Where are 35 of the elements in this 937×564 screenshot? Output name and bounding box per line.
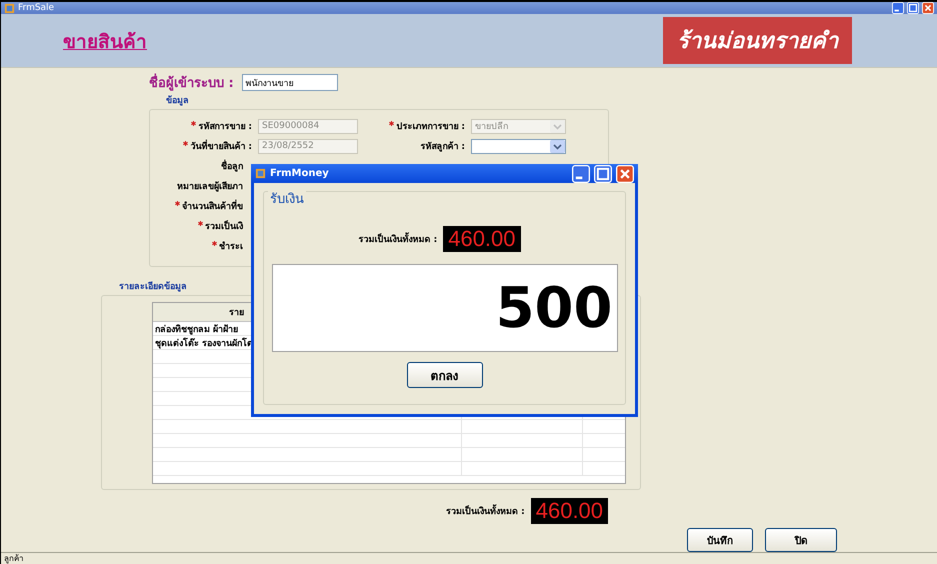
minimize-icon[interactable]	[892, 2, 904, 14]
user-field[interactable]: พนักงานขาย	[242, 74, 338, 91]
shop-name: ร้านม่อนทรายคำ	[663, 17, 852, 64]
field-label: ชำระเ	[88, 239, 243, 253]
field-label: ประเภทการขาย :	[376, 119, 471, 133]
field-label: จำนวนสินค้าที่ข	[88, 199, 243, 213]
field-label: วันที่ขายสินค้า :	[88, 139, 258, 153]
field-label: รหัสลูกค้า :	[419, 140, 466, 153]
dropdown-field[interactable]	[471, 138, 566, 154]
amount-field[interactable]: 500	[272, 264, 618, 352]
total-display: 460.00	[530, 498, 608, 524]
maximize-icon[interactable]	[907, 2, 919, 14]
total-label: รวมเป็นเงินทั้งหมด :	[358, 232, 438, 246]
status-text: ลูกค้า	[4, 553, 23, 564]
field-label: รหัสการขาย :	[88, 119, 258, 133]
app-icon	[255, 168, 266, 179]
maximize-icon[interactable]	[594, 164, 612, 182]
ok-button[interactable]: ตกลง	[406, 362, 482, 388]
total-display: 460.00	[443, 226, 521, 252]
group-title: รายละเอียดข้อมูล	[119, 282, 187, 292]
minimize-icon[interactable]	[572, 164, 590, 182]
login-label: ชื่อผู้เข้าระบบ :	[149, 72, 234, 93]
action-button[interactable]: ปิด	[765, 528, 837, 552]
close-icon[interactable]	[922, 2, 934, 14]
field-label: ชื่อลูก	[88, 159, 243, 173]
close-icon[interactable]	[616, 164, 634, 182]
action-button[interactable]: บันทึก	[687, 528, 753, 552]
dialog-title: FrmMoney	[270, 168, 329, 179]
group-title: ข้อมูล	[166, 96, 189, 106]
field-label: รวมเป็นเงิ	[88, 219, 243, 233]
total-label: รวมเป็นเงินทั้งหมด :	[446, 504, 525, 518]
window-title: FrmSale	[18, 3, 54, 14]
field-label: หมายเลขผู้เสียภา	[176, 180, 243, 193]
page-title: ขายสินค้า	[63, 30, 147, 55]
app-icon	[4, 2, 15, 14]
